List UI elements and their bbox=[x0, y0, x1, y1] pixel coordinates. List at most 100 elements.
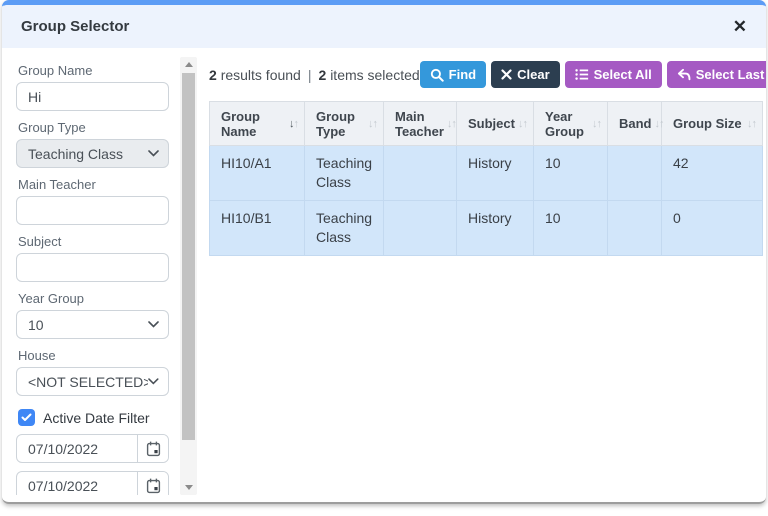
sort-icon: ↓↑ bbox=[289, 118, 298, 130]
column-label: Year Group bbox=[545, 109, 589, 139]
table-cell: History bbox=[457, 146, 534, 201]
arrow-up-icon bbox=[185, 62, 193, 67]
table-cell: History bbox=[457, 200, 534, 255]
clear-button[interactable]: Clear bbox=[491, 61, 560, 88]
selected-count: 2 bbox=[319, 67, 327, 83]
date-to-calendar-button[interactable] bbox=[137, 472, 168, 495]
find-label: Find bbox=[449, 67, 476, 82]
toolbar-buttons: Find Clear Select All bbox=[420, 61, 766, 88]
date-from-calendar-button[interactable] bbox=[137, 435, 168, 462]
column-header-main-teacher[interactable]: Main Teacher ↓↑ bbox=[384, 102, 457, 146]
subject-label: Subject bbox=[18, 234, 167, 249]
close-button[interactable]: ✕ bbox=[733, 18, 747, 35]
column-label: Subject bbox=[468, 116, 515, 131]
list-icon bbox=[575, 68, 589, 81]
arrow-down-icon bbox=[185, 485, 193, 490]
sort-icon: ↓↑ bbox=[747, 118, 756, 130]
toolbar: 2 results found | 2 items selected Find Cl… bbox=[209, 61, 763, 88]
column-header-group-type[interactable]: Group Type ↓↑ bbox=[305, 102, 384, 146]
scroll-down-button[interactable] bbox=[180, 480, 197, 495]
house-value: <NOT SELECTED> bbox=[28, 374, 148, 390]
results-table: Group Name ↓↑ Group Type ↓↑ Main Teacher… bbox=[209, 101, 763, 256]
table-cell: 10 bbox=[534, 200, 608, 255]
date-to-input[interactable]: 07/10/2022 bbox=[17, 472, 137, 495]
active-date-filter-checkbox[interactable]: Active Date Filter bbox=[18, 409, 167, 426]
column-label: Group Name bbox=[221, 109, 286, 139]
page-title: Group Selector bbox=[21, 18, 129, 35]
sort-icon: ↓↑ bbox=[447, 118, 456, 130]
close-icon: ✕ bbox=[733, 17, 747, 36]
column-header-subject[interactable]: Subject ↓↑ bbox=[457, 102, 534, 146]
table-cell: HI10/A1 bbox=[210, 146, 305, 201]
year-group-select[interactable]: 10 bbox=[16, 310, 169, 339]
group-selector-modal: Group Selector ✕ Group Name Group Type T… bbox=[2, 0, 766, 504]
reply-arrow-icon bbox=[677, 68, 691, 81]
table-cell bbox=[608, 200, 662, 255]
sort-icon: ↓↑ bbox=[655, 118, 664, 130]
column-label: Main Teacher bbox=[395, 109, 444, 139]
sort-icon: ↓↑ bbox=[592, 118, 601, 130]
calendar-icon bbox=[146, 441, 161, 457]
select-all-button[interactable]: Select All bbox=[565, 61, 662, 88]
date-from-input[interactable]: 07/10/2022 bbox=[17, 435, 137, 462]
find-button[interactable]: Find bbox=[420, 61, 486, 88]
clear-label: Clear bbox=[517, 67, 550, 82]
group-name-label: Group Name bbox=[18, 63, 167, 78]
active-date-filter-label: Active Date Filter bbox=[43, 410, 150, 426]
column-header-year-group[interactable]: Year Group ↓↑ bbox=[534, 102, 608, 146]
table-row[interactable]: HI10/A1 Teaching Class History 10 42 bbox=[210, 146, 763, 201]
search-icon bbox=[430, 68, 444, 82]
table-header-row: Group Name ↓↑ Group Type ↓↑ Main Teacher… bbox=[210, 102, 763, 146]
date-from-field: 07/10/2022 bbox=[16, 434, 169, 463]
scrollbar-thumb[interactable] bbox=[182, 73, 195, 440]
group-type-value: Teaching Class bbox=[28, 146, 123, 162]
table-cell bbox=[608, 146, 662, 201]
select-last-button[interactable]: Select Last bbox=[667, 61, 766, 88]
filter-panel: Group Name Group Type Teaching Class Mai… bbox=[16, 57, 169, 495]
chevron-down-icon bbox=[148, 321, 159, 328]
column-label: Group Type bbox=[316, 109, 365, 139]
house-select[interactable]: <NOT SELECTED> bbox=[16, 367, 169, 396]
main-teacher-input[interactable] bbox=[16, 196, 169, 225]
results-summary: 2 results found | 2 items selected bbox=[209, 67, 420, 83]
column-label: Group Size bbox=[673, 116, 742, 131]
column-header-band[interactable]: Band ↓↑ bbox=[608, 102, 662, 146]
checkbox-check-icon bbox=[18, 409, 35, 426]
results-label: results found bbox=[221, 67, 301, 83]
table-cell: Teaching Class bbox=[305, 200, 384, 255]
column-header-group-size[interactable]: Group Size ↓↑ bbox=[662, 102, 763, 146]
table-cell bbox=[384, 200, 457, 255]
date-to-field: 07/10/2022 bbox=[16, 471, 169, 495]
results-area: 2 results found | 2 items selected Find Cl… bbox=[209, 57, 763, 256]
selected-label: items selected bbox=[330, 67, 419, 83]
table-row[interactable]: HI10/B1 Teaching Class History 10 0 bbox=[210, 200, 763, 255]
summary-separator: | bbox=[308, 67, 312, 83]
select-all-label: Select All bbox=[594, 67, 652, 82]
results-count: 2 bbox=[209, 67, 217, 83]
group-type-label: Group Type bbox=[18, 120, 167, 135]
table-cell: 10 bbox=[534, 146, 608, 201]
table-cell: 42 bbox=[662, 146, 763, 201]
chevron-down-icon bbox=[148, 378, 159, 385]
select-last-label: Select Last bbox=[696, 67, 765, 82]
column-header-group-name[interactable]: Group Name ↓↑ bbox=[210, 102, 305, 146]
column-label: Band bbox=[619, 116, 652, 131]
scroll-up-button[interactable] bbox=[180, 57, 197, 72]
subject-input[interactable] bbox=[16, 253, 169, 282]
x-icon bbox=[501, 69, 512, 80]
main-teacher-label: Main Teacher bbox=[18, 177, 167, 192]
sort-icon: ↓↑ bbox=[368, 118, 377, 130]
filter-scrollbar[interactable] bbox=[180, 57, 197, 495]
group-name-input[interactable] bbox=[16, 82, 169, 111]
year-group-label: Year Group bbox=[18, 291, 167, 306]
group-type-select[interactable]: Teaching Class bbox=[16, 139, 169, 168]
chevron-down-icon bbox=[148, 150, 159, 157]
calendar-icon bbox=[146, 478, 161, 494]
table-cell: Teaching Class bbox=[305, 146, 384, 201]
table-cell: HI10/B1 bbox=[210, 200, 305, 255]
house-label: House bbox=[18, 348, 167, 363]
modal-header: Group Selector ✕ bbox=[2, 5, 766, 48]
table-cell: 0 bbox=[662, 200, 763, 255]
year-group-value: 10 bbox=[28, 317, 44, 333]
table-cell bbox=[384, 146, 457, 201]
